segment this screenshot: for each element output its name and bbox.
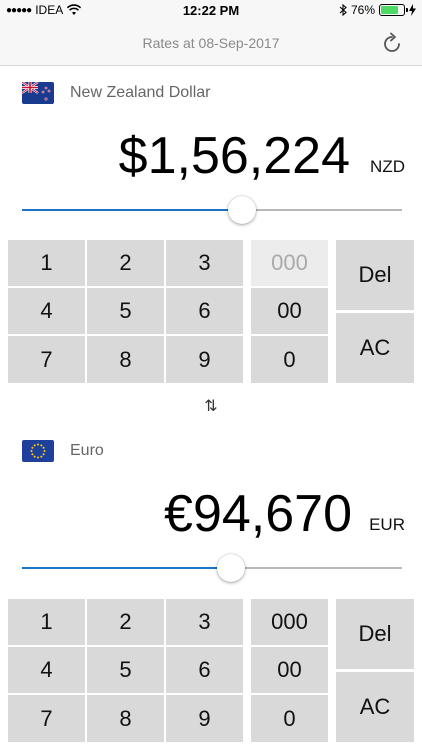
rates-date-title: Rates at 08-Sep-2017	[142, 35, 280, 51]
clear-all-button[interactable]: AC	[336, 313, 414, 383]
status-bar: ●●●●● IDEA 12:22 PM 76%	[0, 0, 422, 22]
key-00[interactable]: 00	[251, 647, 328, 693]
to-currency-row[interactable]: Euro	[22, 440, 104, 462]
to-keypad: 1 2 3 000 4 5 6 00 7 8 9 0 Del AC	[8, 599, 414, 750]
key-9[interactable]: 9	[166, 695, 243, 742]
slider-fill	[22, 209, 243, 211]
delete-button[interactable]: Del	[336, 599, 414, 669]
euro-flag-icon	[22, 440, 54, 462]
from-currency-code: NZD	[370, 157, 405, 176]
key-00[interactable]: 00	[251, 288, 328, 334]
key-8[interactable]: 8	[87, 336, 164, 383]
status-right: 76%	[339, 3, 416, 17]
key-1[interactable]: 1	[8, 240, 85, 286]
key-000[interactable]: 000	[251, 599, 328, 645]
from-currency-row[interactable]: New Zealand Dollar	[22, 82, 211, 104]
key-5[interactable]: 5	[87, 647, 164, 693]
key-9[interactable]: 9	[166, 336, 243, 383]
key-7[interactable]: 7	[8, 336, 85, 383]
to-currency-name: Euro	[70, 442, 104, 459]
key-6[interactable]: 6	[166, 288, 243, 334]
from-currency-name: New Zealand Dollar	[70, 84, 211, 101]
key-1[interactable]: 1	[8, 599, 85, 645]
from-amount: $1,56,224	[118, 127, 350, 185]
key-3[interactable]: 3	[166, 599, 243, 645]
to-currency-code: EUR	[369, 515, 405, 534]
key-6[interactable]: 6	[166, 647, 243, 693]
key-4[interactable]: 4	[8, 647, 85, 693]
slider-fill	[22, 567, 231, 569]
from-keypad: 1 2 3 000 4 5 6 00 7 8 9 0 Del AC	[8, 240, 414, 383]
new-zealand-flag-icon	[22, 82, 54, 104]
battery-fill	[381, 6, 398, 14]
clear-all-button[interactable]: AC	[336, 672, 414, 742]
key-4[interactable]: 4	[8, 288, 85, 334]
delete-button[interactable]: Del	[336, 240, 414, 310]
battery-icon	[379, 4, 408, 16]
to-amount: €94,670	[164, 485, 352, 543]
charging-icon	[409, 4, 416, 16]
key-5[interactable]: 5	[87, 288, 164, 334]
key-000[interactable]: 000	[251, 240, 328, 286]
key-7[interactable]: 7	[8, 695, 85, 742]
battery-percent: 76%	[350, 3, 375, 17]
slider-thumb[interactable]	[228, 196, 257, 224]
key-0[interactable]: 0	[251, 336, 328, 383]
key-2[interactable]: 2	[87, 240, 164, 286]
to-amount-slider[interactable]	[22, 553, 402, 583]
from-amount-slider[interactable]	[22, 195, 402, 225]
slider-thumb[interactable]	[217, 554, 245, 582]
key-8[interactable]: 8	[87, 695, 164, 742]
bluetooth-icon	[339, 4, 347, 16]
key-2[interactable]: 2	[87, 599, 164, 645]
key-3[interactable]: 3	[166, 240, 243, 286]
swap-icon[interactable]: ⇅	[203, 396, 219, 415]
key-0[interactable]: 0	[251, 695, 328, 742]
refresh-icon[interactable]	[380, 32, 404, 56]
nav-bar: Rates at 08-Sep-2017	[0, 22, 422, 66]
